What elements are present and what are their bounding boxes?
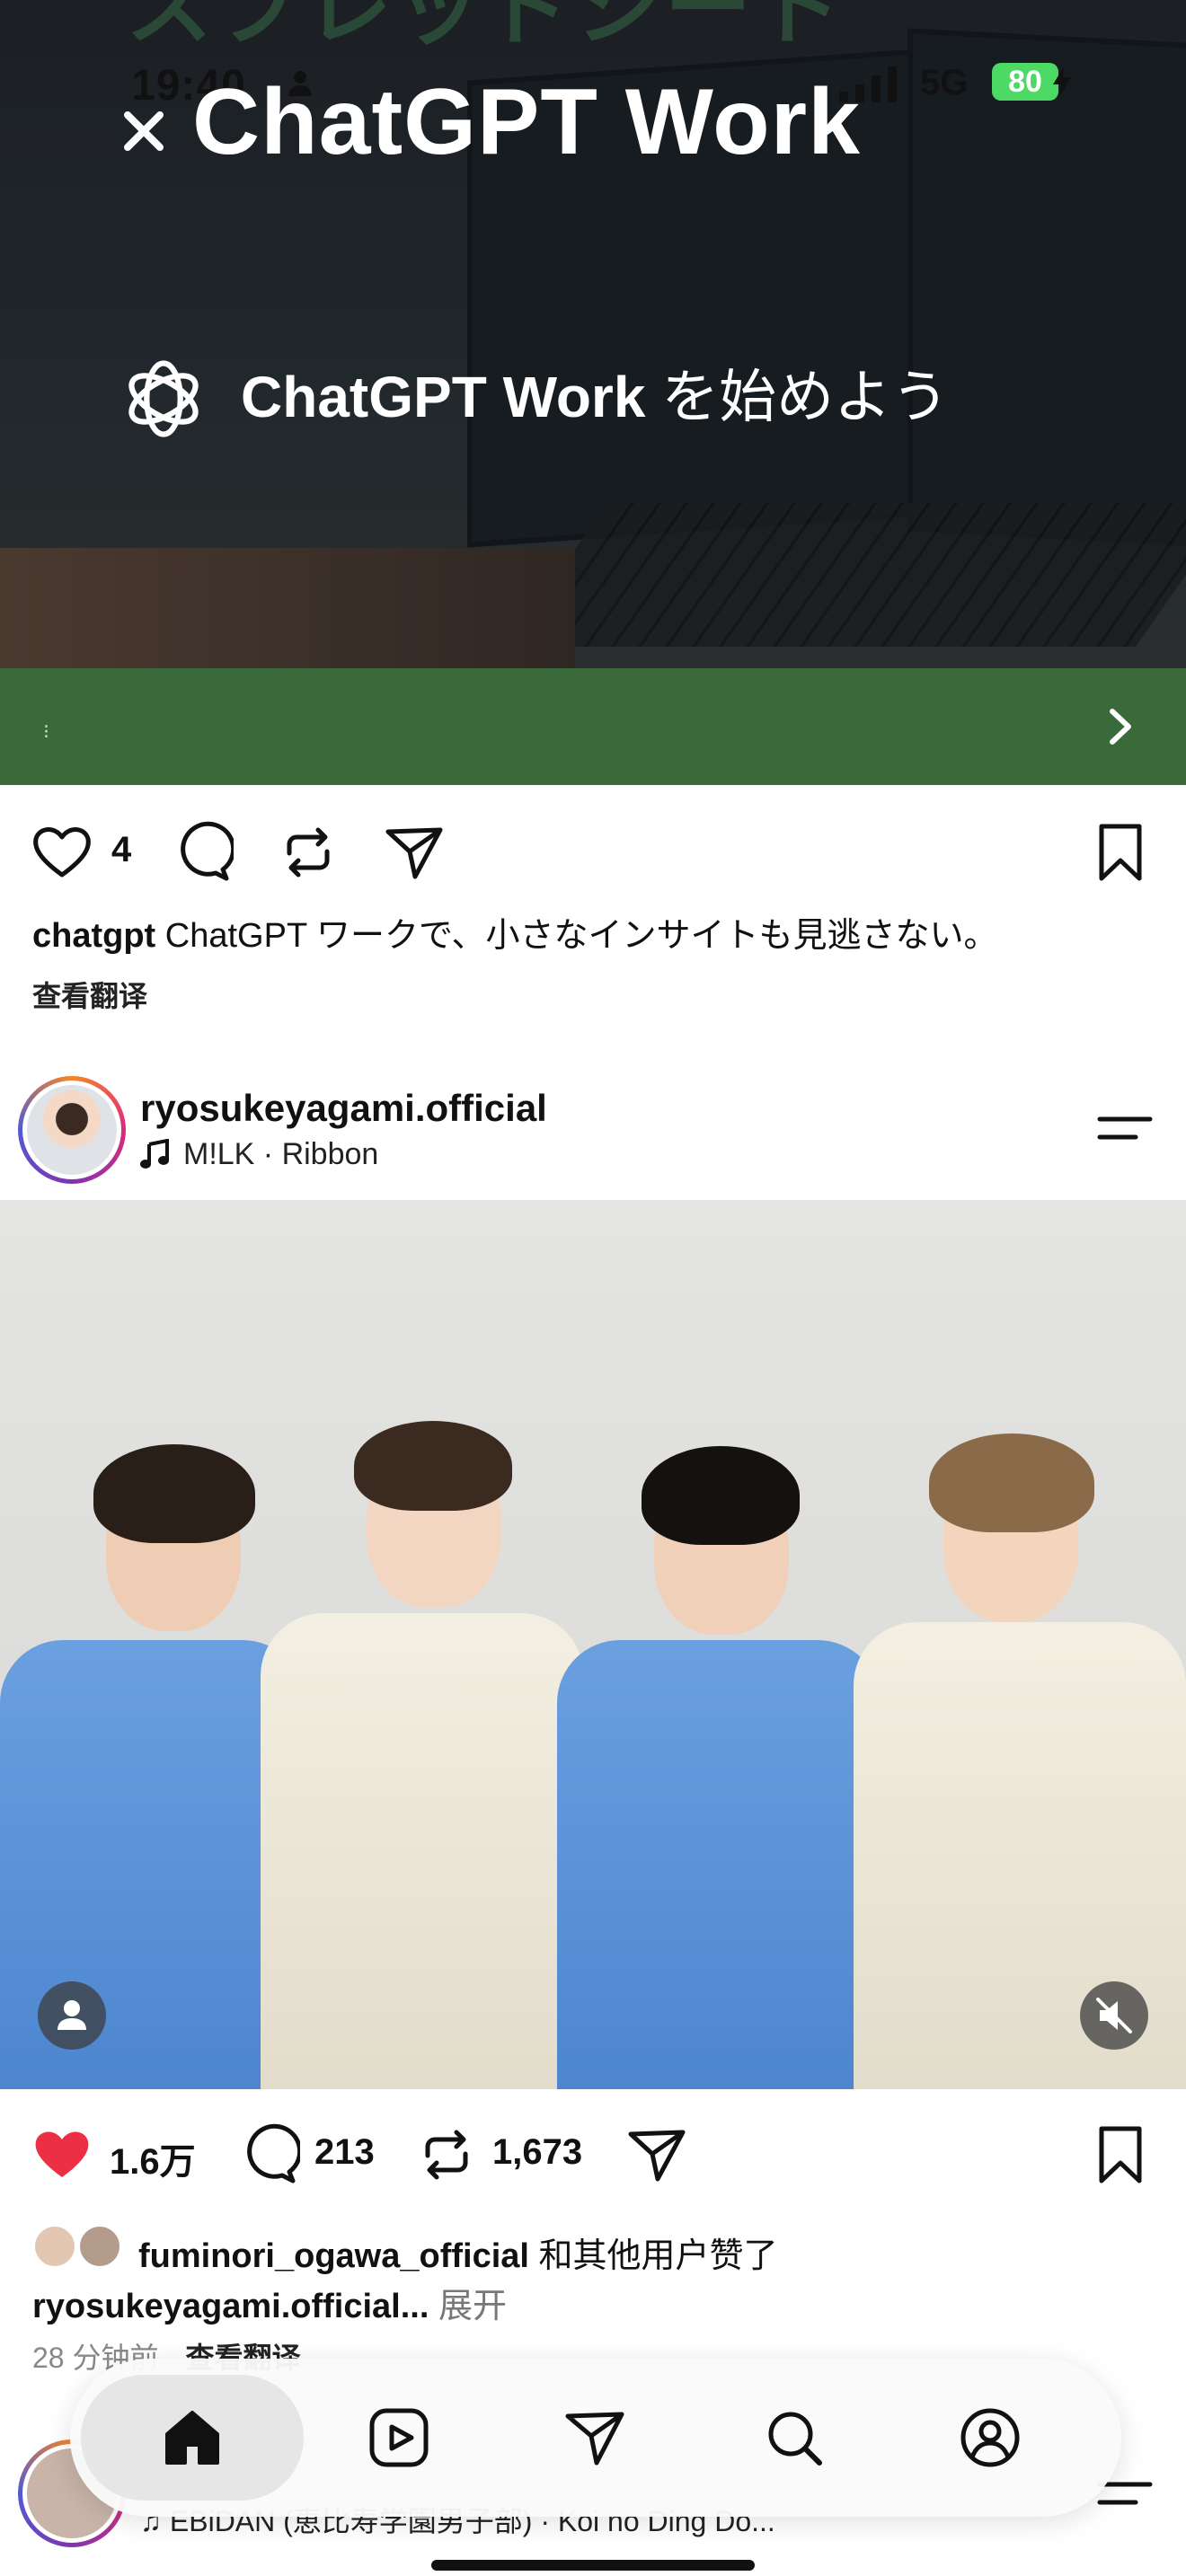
ad-brand-title: ChatGPT Work bbox=[192, 70, 861, 174]
tab-reels[interactable] bbox=[336, 2375, 462, 2501]
ad-tagline-brand: ChatGPT Work bbox=[241, 365, 646, 429]
avatar bbox=[32, 2224, 77, 2269]
post-music[interactable]: M!LK · Ribbon bbox=[140, 1137, 378, 1172]
share-icon[interactable] bbox=[383, 821, 446, 884]
bookmark-icon[interactable] bbox=[1089, 2123, 1152, 2186]
desk-graphic bbox=[0, 548, 575, 668]
close-icon[interactable] bbox=[119, 106, 169, 156]
charging-icon bbox=[1053, 66, 1071, 97]
person-icon bbox=[58, 2000, 86, 2030]
ad-cta-text: ⁝ bbox=[43, 720, 49, 743]
post-action-row: 1.6万 213 1,673 bbox=[0, 2107, 1186, 2197]
reels-icon bbox=[369, 2408, 429, 2467]
comment-icon[interactable] bbox=[237, 2123, 300, 2186]
tagged-people-button[interactable] bbox=[38, 1981, 106, 2050]
ad-caption-username[interactable]: chatgpt bbox=[32, 917, 155, 955]
ad-caption-text: ChatGPT ワークで、小さなインサイトも見逃さない。 bbox=[155, 917, 998, 955]
tab-direct[interactable] bbox=[532, 2375, 658, 2501]
like-count: 4 bbox=[111, 830, 132, 869]
avatar bbox=[77, 2224, 122, 2269]
bottom-tab-bar bbox=[70, 2359, 1121, 2517]
battery-indicator: 80 bbox=[992, 63, 1058, 101]
profile-icon bbox=[960, 2408, 1020, 2467]
ad-cta-bar[interactable]: ⁝ bbox=[0, 668, 1186, 785]
chevron-right-icon bbox=[1110, 709, 1131, 745]
direct-message-icon bbox=[565, 2412, 624, 2466]
tab-profile[interactable] bbox=[927, 2375, 1053, 2501]
comment-count: 213 bbox=[314, 2132, 375, 2172]
speaker-muted-icon bbox=[1096, 1998, 1132, 2033]
expand-link[interactable]: 展开 bbox=[429, 2288, 507, 2325]
music-separator: · bbox=[254, 1137, 282, 1171]
more-options-icon[interactable] bbox=[1096, 1110, 1154, 1146]
ad-hero-image[interactable]: スプレッドシート 19:40 5G 80 ChatGPT Work ChatGP… bbox=[0, 0, 1186, 668]
avatar[interactable] bbox=[18, 1076, 126, 1184]
ad-background-text: スプレッドシート bbox=[126, 0, 845, 56]
post-header: ryosukeyagami.official M!LK · Ribbon bbox=[0, 1069, 1186, 1195]
ad-caption: chatgpt ChatGPT ワークで、小さなインサイトも見逃さない。 bbox=[32, 914, 998, 958]
network-type: 5G bbox=[920, 63, 969, 102]
home-icon bbox=[165, 2411, 219, 2465]
ad-tagline: ChatGPT Work を始めよう bbox=[241, 363, 949, 432]
ad-tagline-rest: を始めよう bbox=[645, 365, 950, 429]
comment-icon[interactable] bbox=[171, 821, 234, 884]
music-note-icon bbox=[140, 1139, 169, 1169]
repost-icon[interactable] bbox=[277, 821, 340, 884]
search-icon bbox=[768, 2412, 822, 2466]
repost-icon[interactable] bbox=[415, 2123, 478, 2186]
tab-search[interactable] bbox=[731, 2375, 857, 2501]
openai-logo-icon bbox=[128, 360, 199, 437]
heart-filled-icon[interactable] bbox=[31, 2123, 93, 2186]
heart-icon[interactable] bbox=[31, 821, 93, 884]
music-artist: M!LK bbox=[183, 1137, 255, 1171]
liked-by-suffix: 和其他用户赞了 bbox=[528, 2237, 778, 2275]
liked-by-text: fuminori_ogawa_official 和其他用户赞了 bbox=[138, 2228, 778, 2277]
post-caption-username[interactable]: ryosukeyagami.official... bbox=[32, 2288, 429, 2325]
post-photo[interactable] bbox=[0, 1200, 1186, 2089]
ad-translate-link[interactable]: 查看翻译 bbox=[32, 974, 147, 1015]
repost-count: 1,673 bbox=[492, 2132, 583, 2172]
mute-button[interactable] bbox=[1080, 1981, 1148, 2050]
photo-person bbox=[261, 1407, 584, 2089]
post-username[interactable]: ryosukeyagami.official bbox=[140, 1087, 547, 1130]
share-icon[interactable] bbox=[625, 2123, 688, 2186]
photo-person bbox=[557, 1425, 881, 2089]
music-title: Ribbon bbox=[281, 1137, 379, 1171]
keyboard-graphic bbox=[506, 503, 1186, 647]
ad-action-row: 4 bbox=[0, 805, 1186, 895]
bookmark-icon[interactable] bbox=[1089, 821, 1152, 884]
liked-by-username[interactable]: fuminori_ogawa_official bbox=[138, 2237, 529, 2275]
like-count: 1.6万 bbox=[110, 2142, 196, 2182]
post-caption[interactable]: ryosukeyagami.official... 展开 bbox=[32, 2278, 507, 2327]
home-indicator bbox=[431, 2560, 755, 2571]
tab-home[interactable] bbox=[81, 2375, 304, 2501]
